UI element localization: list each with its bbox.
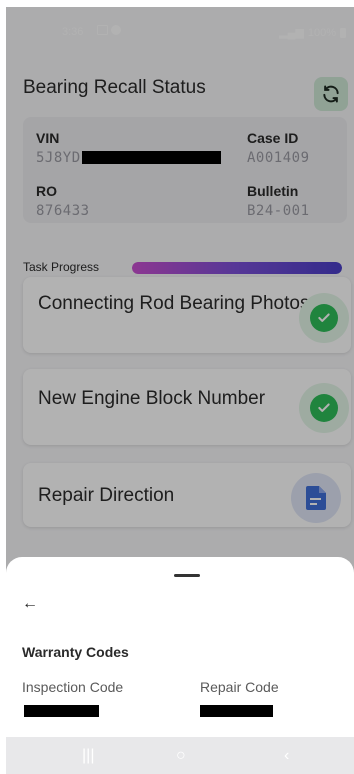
status-time: 3:36 [62, 26, 84, 38]
vin-redaction [82, 151, 221, 164]
task-label: New Engine Block Number [38, 388, 266, 409]
warranty-codes-sheet: ← Warranty Codes Inspection Code Repair … [6, 557, 354, 774]
repair-code-redaction [200, 705, 273, 717]
android-nav-bar: ||| ○ ‹ [6, 737, 354, 774]
vin-label: VIN [36, 130, 60, 146]
inspection-code-redaction [24, 705, 99, 717]
refresh-button[interactable] [314, 77, 348, 111]
case-id-value: A001409 [247, 150, 310, 166]
ro-label: RO [36, 183, 57, 199]
vehicle-info-card: VIN 5J8YD Case ID A001409 RO 876433 Bull… [23, 117, 347, 223]
task-progress-fill [132, 262, 342, 274]
inspection-code-label: Inspection Code [22, 679, 124, 695]
task-complete-badge [299, 293, 349, 343]
status-bar: 3:36 ▂▄▆ 100% [6, 7, 354, 57]
refresh-icon [323, 85, 339, 103]
repair-code-label: Repair Code [200, 679, 279, 695]
warranty-codes-title: Warranty Codes [22, 644, 129, 660]
task-card-new-engine-block-number[interactable]: New Engine Block Number [23, 369, 351, 445]
task-progress-label: Task Progress [23, 260, 100, 274]
task-document-badge [291, 473, 341, 523]
page-title: Bearing Recall Status [23, 77, 206, 98]
task-card-repair-direction[interactable]: Repair Direction [23, 463, 351, 527]
signal-icon: ▂▄▆ [279, 27, 304, 39]
task-label: Repair Direction [38, 485, 175, 506]
bulletin-value: B24-001 [247, 203, 310, 219]
case-id-label: Case ID [247, 130, 299, 146]
notification-icons [97, 25, 121, 35]
vin-value: 5J8YD [36, 150, 81, 166]
task-complete-badge [299, 383, 349, 433]
check-icon [318, 313, 330, 322]
back-icon[interactable]: ‹ [284, 747, 289, 765]
bulletin-label: Bulletin [247, 183, 299, 199]
ro-value: 876433 [36, 203, 90, 219]
battery-icon [340, 27, 346, 38]
task-card-connecting-rod-photos[interactable]: Connecting Rod Bearing Photos [23, 277, 351, 353]
phone-screen: 3:36 ▂▄▆ 100% Bearing Recall Status VIN … [6, 7, 354, 774]
status-right: ▂▄▆ 100% [279, 26, 346, 39]
sheet-drag-handle[interactable] [174, 574, 200, 577]
check-icon [318, 403, 330, 412]
back-arrow-icon[interactable]: ← [22, 595, 38, 613]
gallery-icon [97, 25, 108, 35]
document-icon [306, 486, 326, 510]
messenger-icon [111, 25, 121, 35]
task-progress-bar [132, 262, 342, 274]
battery-percent: 100% [307, 26, 336, 39]
recents-icon[interactable]: ||| [82, 747, 94, 765]
task-label: Connecting Rod Bearing Photos [38, 293, 310, 314]
home-icon[interactable]: ○ [176, 747, 186, 765]
